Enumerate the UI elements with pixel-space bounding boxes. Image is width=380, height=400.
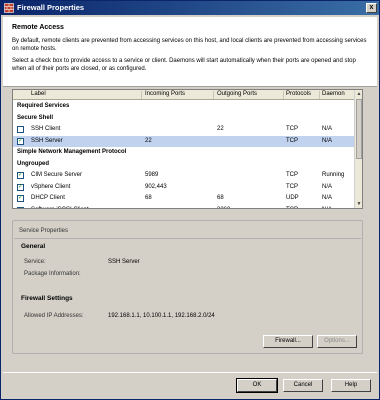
scroll-up-icon[interactable]: ▲ xyxy=(356,91,362,97)
group-label: Secure Shell xyxy=(17,114,54,121)
protocol-cell: TCP xyxy=(286,207,298,209)
list-scrollbar[interactable]: ▲ ▼ xyxy=(354,90,362,208)
checked-checkbox[interactable]: ✓ xyxy=(17,172,24,179)
group-label: Simple Network Management Protocol xyxy=(17,149,127,155)
ok-button[interactable]: OK xyxy=(236,378,278,393)
service-row[interactable]: ✓ vSphere Client 902,443 TCP N/A xyxy=(13,182,355,193)
list-column-header: Label Incoming Ports Outgoing Ports Prot… xyxy=(13,90,355,100)
group-header-row: Simple Network Management Protocol xyxy=(13,147,355,158)
checked-checkbox[interactable]: ✓ xyxy=(17,183,24,191)
outgoing-ports-cell: 68 xyxy=(217,195,224,201)
service-label-cell: vSphere Client xyxy=(31,183,71,190)
group-header-row: Ungrouped xyxy=(13,159,355,170)
group-label: Required Services xyxy=(17,103,70,109)
outgoing-ports-cell: 3260 xyxy=(217,207,230,209)
daemon-cell: N/A xyxy=(322,126,333,132)
service-label-cell: DHCP Client xyxy=(31,195,65,201)
protocol-cell: TCP xyxy=(286,126,298,132)
scrollbar-thumb[interactable] xyxy=(356,99,362,159)
service-label-cell: SSH Server xyxy=(31,137,63,144)
window-title: Firewall Properties xyxy=(17,3,85,12)
scroll-down-icon[interactable]: ▼ xyxy=(356,201,362,207)
daemon-cell: Running xyxy=(322,172,345,178)
service-row[interactable]: SSH Client 22 TCP N/A xyxy=(13,124,355,135)
service-properties-legend: Service Properties xyxy=(19,228,69,234)
protocol-cell: UDP xyxy=(286,195,299,201)
protocol-cell: TCP xyxy=(286,183,298,190)
firewall-icon xyxy=(4,3,14,13)
incoming-ports-cell: 5989 xyxy=(145,172,159,178)
unchecked-checkbox[interactable] xyxy=(17,126,24,133)
firewall-button[interactable]: Firewall... xyxy=(263,335,313,348)
remote-access-header: Remote Access By default, remote clients… xyxy=(3,17,377,87)
service-properties-panel: Service Properties General Service: SSH … xyxy=(12,220,363,354)
package-info-label: Package Information: xyxy=(24,271,81,277)
close-icon[interactable]: x xyxy=(366,3,377,13)
firewall-properties-dialog: Firewall Properties x Remote Access By d… xyxy=(0,0,380,400)
allowed-ip-value: 192.168.1.1, 10.100.1.1, 192.168.2.0/24 xyxy=(108,313,215,319)
general-section-title: General xyxy=(21,243,46,250)
service-label-cell: CIM Secure Server xyxy=(31,172,83,178)
checked-checkbox[interactable]: ✓ xyxy=(17,206,24,208)
cancel-button[interactable]: Cancel xyxy=(283,379,323,392)
daemon-cell: N/A xyxy=(322,183,333,190)
allowed-ip-label: Allowed IP Addresses: xyxy=(24,313,84,319)
daemon-cell: N/A xyxy=(322,207,332,209)
service-value: SSH Server xyxy=(108,259,140,265)
incoming-ports-cell: 902,443 xyxy=(145,183,167,190)
service-row[interactable]: ✓ SSH Server 22 TCP N/A xyxy=(13,135,355,147)
incoming-ports-cell: 68 xyxy=(145,195,152,201)
header-title: Remote Access xyxy=(12,24,64,31)
options-button[interactable]: Options... xyxy=(317,335,357,348)
header-instruction: Select a check box to provide access to … xyxy=(12,58,356,72)
footer-divider xyxy=(3,372,377,373)
panel-divider xyxy=(14,238,361,239)
service-label-cell: SSH Client xyxy=(31,126,61,132)
service-row[interactable]: ✓ CIM Secure Server 5989 TCP Running xyxy=(13,170,355,181)
title-bar[interactable]: Firewall Properties x xyxy=(1,1,379,15)
help-button[interactable]: Help xyxy=(331,379,371,392)
column-label[interactable]: Label xyxy=(31,91,46,97)
service-label-cell: Software iSCSI Client xyxy=(31,207,89,209)
header-description: By default, remote clients are prevented… xyxy=(12,38,367,52)
column-protocols[interactable]: Protocols xyxy=(286,91,311,97)
outgoing-ports-cell: 22 xyxy=(217,126,224,132)
group-label: Ungrouped xyxy=(17,160,49,167)
checked-checkbox[interactable]: ✓ xyxy=(17,137,24,145)
checked-checkbox[interactable]: ✓ xyxy=(17,195,24,202)
service-row[interactable]: ✓ DHCP Client 68 68 UDP N/A xyxy=(13,193,355,204)
incoming-ports-cell: 22 xyxy=(145,137,152,144)
group-header-row: Required Services xyxy=(13,101,355,112)
firewall-settings-title: Firewall Settings xyxy=(21,295,73,302)
column-incoming-ports[interactable]: Incoming Ports xyxy=(145,91,185,97)
group-header-row: Secure Shell xyxy=(13,113,355,124)
column-outgoing-ports[interactable]: Outgoing Ports xyxy=(217,91,257,97)
daemon-cell: N/A xyxy=(322,137,333,144)
service-row[interactable]: ✓ Software iSCSI Client 3260 TCP N/A xyxy=(13,205,355,209)
services-list[interactable]: Label Incoming Ports Outgoing Ports Prot… xyxy=(12,89,363,209)
service-label: Service: xyxy=(24,259,46,265)
protocol-cell: TCP xyxy=(286,137,298,144)
protocol-cell: TCP xyxy=(286,172,298,178)
column-daemon[interactable]: Daemon xyxy=(322,91,345,97)
daemon-cell: N/A xyxy=(322,195,333,201)
